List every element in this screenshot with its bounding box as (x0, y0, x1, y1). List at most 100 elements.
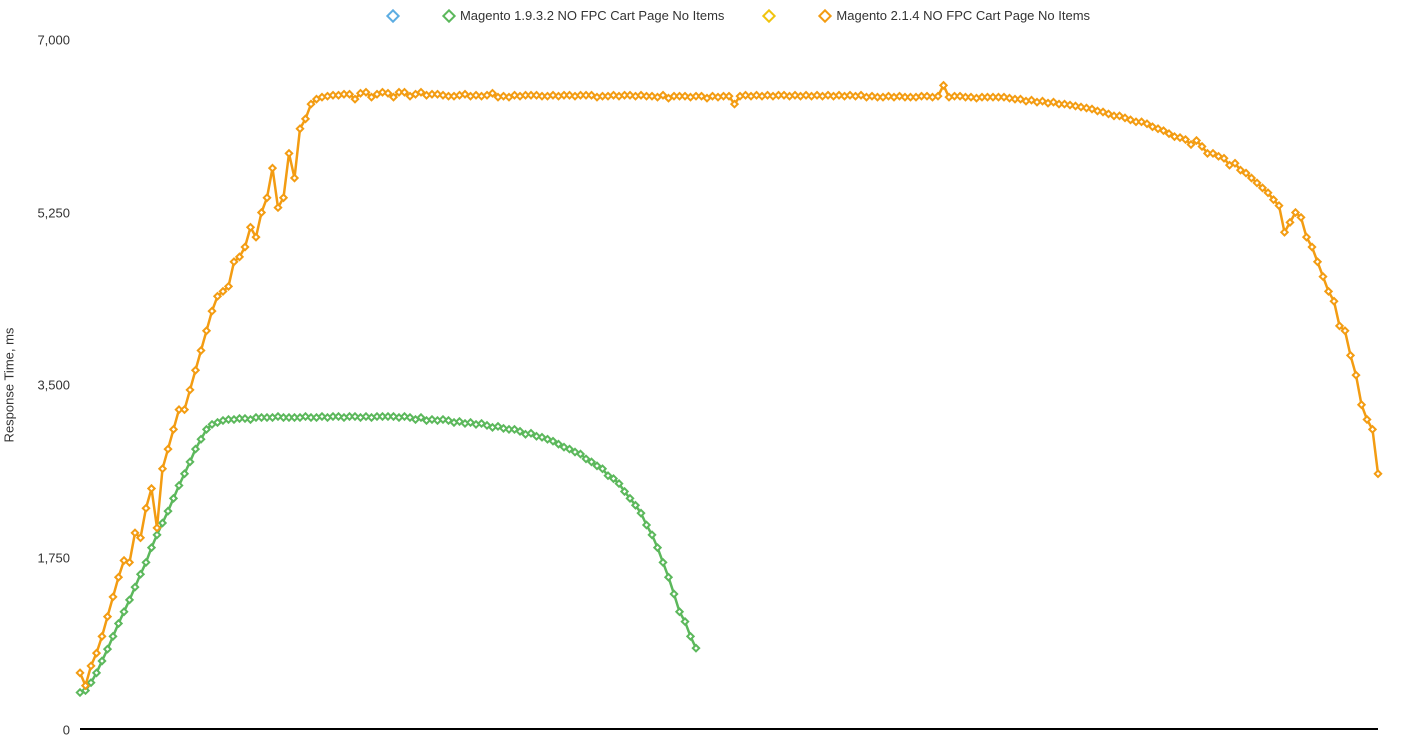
data-point (1342, 328, 1348, 334)
data-point (286, 150, 292, 156)
data-point (401, 89, 407, 95)
data-point (1369, 426, 1375, 432)
data-point (143, 559, 149, 565)
data-point (682, 618, 688, 624)
data-point (665, 574, 671, 580)
data-point (1331, 298, 1337, 304)
data-point (1248, 175, 1254, 181)
data-point (275, 204, 281, 210)
data-point (308, 101, 314, 107)
data-point (363, 89, 369, 95)
data-point (187, 387, 193, 393)
chart-legend: Magento 1.9.3.2 NO FPC Cart Page No Item… (90, 8, 1388, 23)
data-point (115, 620, 121, 626)
data-point (297, 126, 303, 132)
data-point (687, 633, 693, 639)
data-point (269, 165, 275, 171)
data-point (1298, 214, 1304, 220)
data-point (1287, 219, 1293, 225)
data-point (225, 283, 231, 289)
data-point (1182, 136, 1188, 142)
data-point (1347, 352, 1353, 358)
diamond-icon (386, 8, 400, 22)
data-point (104, 613, 110, 619)
data-point (599, 466, 605, 472)
data-point (99, 658, 105, 664)
data-point (627, 495, 633, 501)
data-point (203, 426, 209, 432)
data-point (1281, 229, 1287, 235)
data-point (280, 195, 286, 201)
data-point (346, 91, 352, 97)
data-point (693, 645, 699, 651)
data-point (291, 175, 297, 181)
data-point (209, 308, 215, 314)
data-point (198, 436, 204, 442)
data-point (258, 209, 264, 215)
data-point (489, 90, 495, 96)
data-point (588, 459, 594, 465)
data-point (170, 495, 176, 501)
data-point (236, 254, 242, 260)
data-point (1259, 185, 1265, 191)
data-point (632, 502, 638, 508)
data-point (1221, 155, 1227, 161)
data-point (132, 584, 138, 590)
data-point (82, 682, 88, 688)
legend-item-2 (764, 11, 780, 21)
data-point (143, 505, 149, 511)
data-point (121, 609, 127, 615)
data-point (181, 406, 187, 412)
y-axis: Response Time, ms 01,7503,5005,2507,000 (0, 40, 80, 730)
data-point (203, 328, 209, 334)
legend-label: Magento 1.9.3.2 NO FPC Cart Page No Item… (460, 8, 724, 23)
data-point (165, 508, 171, 514)
data-point (1320, 273, 1326, 279)
data-point (1292, 209, 1298, 215)
data-point (654, 544, 660, 550)
data-point (115, 574, 121, 580)
data-point (231, 259, 237, 265)
data-point (731, 101, 737, 107)
data-point (1309, 244, 1315, 250)
data-point (181, 471, 187, 477)
data-point (126, 597, 132, 603)
data-point (192, 446, 198, 452)
data-point (99, 633, 105, 639)
y-tick-label: 7,000 (10, 33, 70, 48)
data-point (1353, 372, 1359, 378)
data-point (302, 116, 308, 122)
data-point (1358, 402, 1364, 408)
data-point (159, 520, 165, 526)
data-point (1336, 323, 1342, 329)
data-point (104, 646, 110, 652)
data-point (198, 347, 204, 353)
plot-area (80, 40, 1378, 730)
data-point (1375, 471, 1381, 477)
y-tick-label: 0 (10, 723, 70, 738)
diamond-icon (442, 8, 456, 22)
data-point (676, 609, 682, 615)
data-point (671, 591, 677, 597)
series-line (80, 417, 696, 693)
data-point (264, 195, 270, 201)
data-point (253, 234, 259, 240)
data-point (154, 532, 160, 538)
data-point (643, 522, 649, 528)
data-point (1254, 180, 1260, 186)
data-point (940, 82, 946, 88)
y-tick-label: 1,750 (10, 550, 70, 565)
data-point (726, 93, 732, 99)
legend-item-1: Magento 1.9.3.2 NO FPC Cart Page No Item… (444, 8, 724, 23)
data-point (214, 293, 220, 299)
data-point (610, 475, 616, 481)
data-point (638, 510, 644, 516)
data-point (93, 650, 99, 656)
diamond-icon (762, 8, 776, 22)
data-point (1193, 137, 1199, 143)
data-point (352, 96, 358, 102)
series-line (80, 85, 1378, 685)
data-point (1303, 234, 1309, 240)
data-point (577, 451, 583, 457)
data-point (137, 571, 143, 577)
